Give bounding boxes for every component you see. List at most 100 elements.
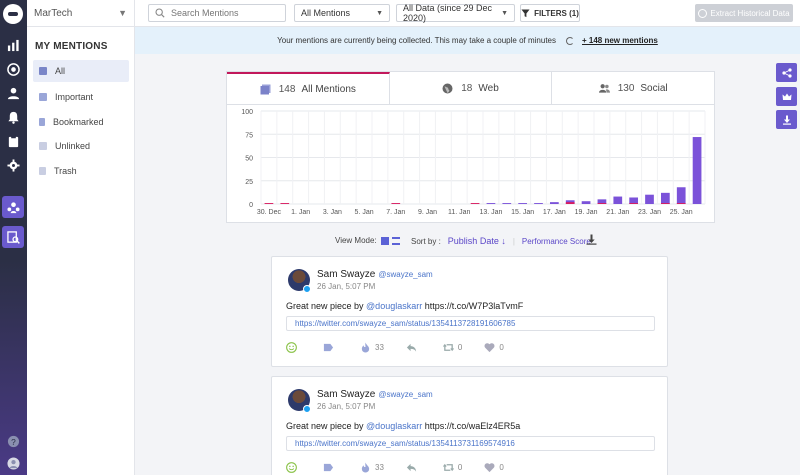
- logo-icon[interactable]: [3, 4, 23, 24]
- post-url-link[interactable]: https://twitter.com/swayze_sam/status/13…: [286, 436, 655, 451]
- tab-count: 130: [617, 82, 635, 94]
- sidebar-item-unlinked[interactable]: Unlinked: [33, 135, 129, 157]
- chart-bar: [692, 137, 702, 204]
- help-icon[interactable]: ?: [0, 430, 27, 452]
- mention-card[interactable]: Sam Swayze @swayze_sam 26 Jan, 5:07 PM Gr…: [271, 256, 668, 367]
- post-text-start: Great new piece by: [286, 421, 367, 431]
- chart-bar: [629, 203, 639, 204]
- sidebar-item-label: Trash: [54, 166, 77, 176]
- people-icon: [598, 83, 610, 93]
- mentions-sidebar: MarTech ▼ MY MENTIONS All Important Book…: [27, 0, 135, 475]
- sidebar-item-label: Bookmarked: [53, 117, 104, 127]
- author-name[interactable]: Sam Swayze: [317, 389, 375, 400]
- x-tick-label: 11. Jan: [448, 209, 471, 216]
- retweet-button[interactable]: 0: [442, 342, 462, 353]
- flame-icon: [361, 461, 370, 473]
- heart-icon: [484, 462, 495, 472]
- users-icon[interactable]: [2, 196, 24, 218]
- search-input[interactable]: [171, 8, 281, 18]
- chart-bar: [565, 202, 575, 204]
- clipboard-icon[interactable]: [0, 130, 27, 152]
- author-handle[interactable]: @swayze_sam: [378, 390, 432, 399]
- bar-chart-icon[interactable]: [0, 34, 27, 56]
- author-handle[interactable]: @swayze_sam: [378, 270, 432, 279]
- y-tick-label: 25: [245, 179, 253, 186]
- bookmark-icon: [39, 118, 45, 126]
- download-report-button[interactable]: [776, 110, 797, 129]
- like-count: 0: [499, 462, 504, 472]
- tab-label: Social: [640, 82, 668, 94]
- x-tick-label: 19. Jan: [575, 209, 598, 216]
- tag-button[interactable]: [323, 342, 338, 353]
- tab-label: Web: [478, 82, 499, 94]
- tab-count: 148: [278, 83, 296, 95]
- chart-bar: [597, 203, 607, 204]
- mention-card[interactable]: Sam Swayze @swayze_sam 26 Jan, 5:07 PM Gr…: [271, 376, 668, 475]
- chart-bar: [534, 203, 543, 204]
- grid-view-icon[interactable]: [380, 236, 389, 245]
- gear-icon[interactable]: [0, 154, 27, 176]
- sentiment-button[interactable]: [286, 461, 301, 473]
- search-icon: [155, 8, 165, 18]
- export-button[interactable]: [586, 234, 597, 248]
- chart-bar: [676, 203, 686, 204]
- download-icon: [586, 234, 597, 245]
- stack-icon: [260, 84, 271, 94]
- tab-social[interactable]: 130 Social: [552, 72, 714, 104]
- reach-count: 33: [375, 462, 384, 472]
- x-tick-label: 25. Jan: [670, 209, 693, 216]
- like-button[interactable]: 0: [484, 342, 504, 353]
- post-mention-link[interactable]: @douglaskarr: [366, 301, 422, 311]
- tab-web[interactable]: 18 Web: [390, 72, 553, 104]
- x-tick-label: 3. Jan: [323, 209, 342, 216]
- bell-icon[interactable]: [0, 106, 27, 128]
- retweet-count: 0: [457, 462, 463, 472]
- chart-bar: [264, 203, 274, 204]
- sidebar-item-all[interactable]: All: [33, 60, 129, 82]
- premium-button[interactable]: [776, 87, 797, 106]
- sidebar-item-trash[interactable]: Trash: [33, 160, 129, 182]
- search-doc-icon[interactable]: [2, 226, 24, 248]
- tab-all-mentions[interactable]: 148 All Mentions: [227, 72, 390, 104]
- user-icon[interactable]: [0, 82, 27, 104]
- reply-button[interactable]: [406, 342, 421, 353]
- target-icon[interactable]: [0, 58, 27, 80]
- search-box[interactable]: [148, 4, 286, 22]
- sort-performance-score[interactable]: Performance Score: [522, 237, 591, 246]
- author-name[interactable]: Sam Swayze: [317, 269, 375, 280]
- date-filter-dropdown[interactable]: All Data (since 29 Dec 2020) ▼: [396, 3, 515, 23]
- filters-button[interactable]: FILTERS (1): [520, 4, 580, 22]
- extract-historical-button[interactable]: Extract Historical Data: [695, 4, 793, 22]
- new-mentions-link[interactable]: + 148 new mentions: [582, 36, 658, 45]
- extract-label: Extract Historical Data: [710, 8, 790, 18]
- sidebar-item-bookmarked[interactable]: Bookmarked: [33, 111, 129, 133]
- y-tick-label: 50: [245, 156, 253, 163]
- chart-bar: [280, 203, 290, 204]
- chart-bar: [613, 196, 623, 204]
- crown-icon: [782, 93, 791, 100]
- account-icon[interactable]: [0, 452, 27, 474]
- collection-info-bar: Your mentions are currently being collec…: [135, 27, 800, 54]
- top-bar: All Mentions ▼ All Data (since 29 Dec 20…: [135, 0, 800, 27]
- x-tick-label: 21. Jan: [606, 209, 629, 216]
- chart-bar: [581, 201, 591, 204]
- sort-publish-date[interactable]: Publish Date ↓: [448, 236, 506, 246]
- download-icon: [782, 115, 791, 125]
- source-tabs: 148 All Mentions 18 Web 130 Social: [227, 72, 714, 105]
- chart-bar: [486, 203, 496, 204]
- share-button[interactable]: [776, 63, 797, 82]
- filters-label: FILTERS (1): [534, 8, 579, 18]
- sidebar-item-label: All: [55, 66, 66, 76]
- like-button[interactable]: 0: [484, 462, 504, 473]
- post-url-link[interactable]: https://twitter.com/swayze_sam/status/13…: [286, 316, 655, 331]
- tag-button[interactable]: [323, 462, 338, 473]
- retweet-button[interactable]: 0: [442, 462, 463, 473]
- sentiment-button[interactable]: [286, 341, 301, 353]
- list-view-icon[interactable]: [391, 236, 400, 245]
- post-mention-link[interactable]: @douglaskarr: [366, 421, 422, 431]
- sidebar-item-important[interactable]: Important: [33, 86, 129, 108]
- project-selector[interactable]: MarTech ▼: [27, 0, 134, 27]
- reply-button[interactable]: [406, 462, 421, 473]
- collection-message: Your mentions are currently being collec…: [277, 36, 556, 45]
- mentions-filter-dropdown[interactable]: All Mentions ▼: [294, 4, 390, 22]
